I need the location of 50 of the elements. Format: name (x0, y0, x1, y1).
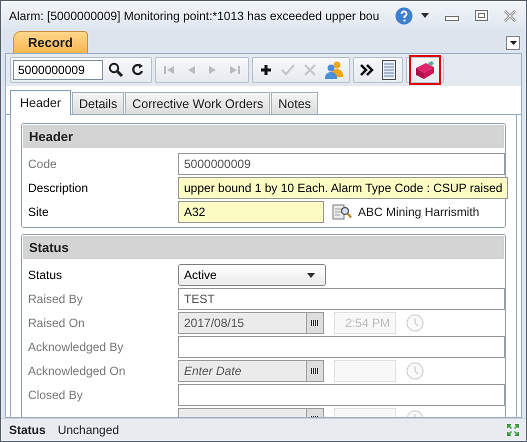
add-icon (260, 64, 272, 76)
search-icon (108, 62, 124, 78)
ribbon-collapse-button[interactable] (506, 36, 520, 50)
cancel-icon (304, 64, 316, 76)
tab[interactable]: Notes (271, 92, 318, 114)
list-icon (382, 60, 396, 80)
section-header: Header (23, 125, 504, 148)
status-label: Status (9, 423, 46, 437)
field-label: Acknowledged On (28, 364, 126, 378)
next-record-icon (208, 64, 218, 76)
tab[interactable]: Details (72, 92, 124, 114)
calendar-icon (311, 319, 319, 327)
field-label: Site (28, 205, 50, 219)
tab[interactable]: Header (10, 90, 71, 115)
status-dropdown[interactable]: Active (178, 264, 326, 286)
caret-icon (510, 41, 516, 45)
calendar-icon (311, 367, 319, 375)
restore-icon[interactable] (475, 10, 488, 21)
previous-record-icon (186, 64, 196, 76)
record-search-field[interactable]: 5000000009 (13, 60, 103, 80)
field-label: Raised On (28, 316, 86, 330)
lookup-field[interactable]: A32 (178, 201, 324, 223)
users-icon (324, 61, 344, 79)
site-name: ABC Mining Harrismith (358, 205, 480, 219)
caret-icon (307, 272, 315, 278)
time-field[interactable] (334, 360, 396, 382)
lookup-icon[interactable] (332, 203, 352, 221)
tab[interactable]: Corrective Work Orders (125, 92, 270, 114)
section-header: Status (23, 236, 504, 259)
window-title: Alarm: [5000000009] Monitoring point:*1013 has exceeded upper bou (9, 8, 380, 22)
dropdown-caret-icon[interactable] (421, 13, 429, 18)
close-icon[interactable] (504, 10, 516, 22)
double-chevron-icon (360, 64, 374, 76)
field-label: Raised By (28, 292, 84, 306)
text-field[interactable]: upper bound 1 by 10 Each. Alarm Type Code : CSUP raised (178, 177, 508, 199)
first-record-icon (163, 64, 175, 76)
status-value: Unchanged (58, 423, 120, 437)
checkmark-icon (281, 64, 295, 76)
last-record-icon (229, 64, 241, 76)
minimize-icon[interactable] (445, 16, 459, 22)
ribbon-tab[interactable]: Record (13, 31, 88, 53)
resize-arrows-icon[interactable] (506, 423, 520, 437)
field-label: Acknowledged By (28, 340, 124, 354)
field-label: Code (28, 157, 58, 171)
toolbox-icon (414, 60, 436, 80)
field-label: Description (28, 181, 90, 195)
field-label: Closed By (28, 388, 84, 402)
help-icon[interactable] (395, 6, 413, 24)
refresh-icon (131, 63, 145, 77)
field-label: Status (28, 268, 64, 282)
